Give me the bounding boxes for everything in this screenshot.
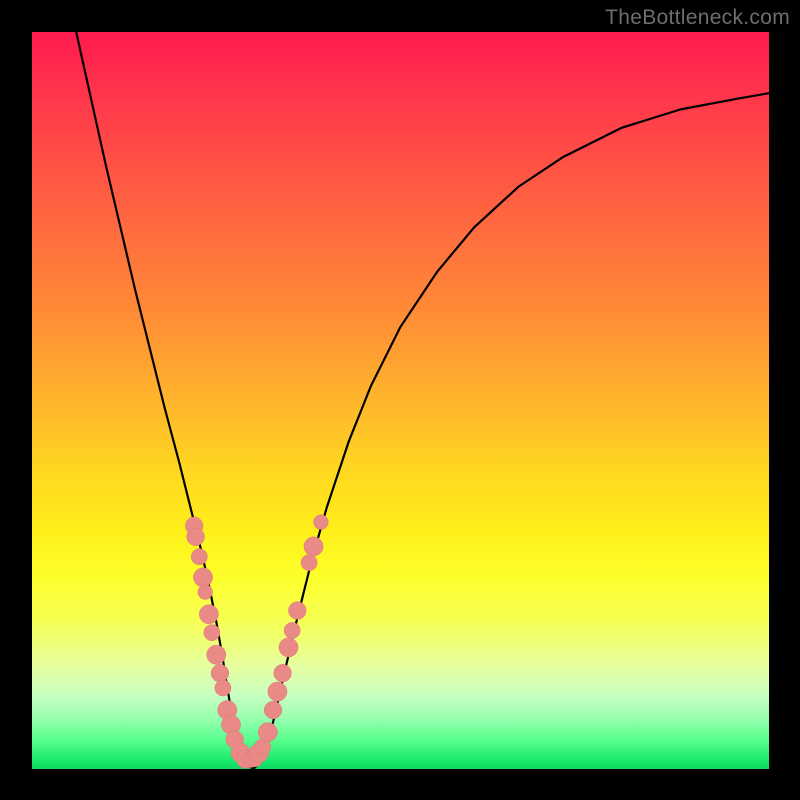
data-marker (211, 664, 229, 682)
marker-group (185, 515, 328, 769)
chart-svg (32, 32, 769, 769)
data-marker (198, 585, 213, 600)
data-marker (314, 515, 329, 530)
data-marker (304, 537, 323, 556)
watermark-text: TheBottleneck.com (605, 6, 790, 30)
data-marker (274, 664, 292, 682)
data-marker (279, 638, 298, 657)
bottleneck-curve (76, 32, 769, 769)
chart-container: TheBottleneck.com (0, 0, 800, 800)
data-marker (199, 605, 218, 624)
data-marker (204, 625, 220, 641)
data-marker (268, 682, 287, 701)
data-marker (215, 680, 231, 696)
data-marker (191, 549, 207, 565)
data-marker (264, 701, 282, 719)
data-marker (193, 568, 212, 587)
data-marker (288, 602, 306, 620)
data-marker (258, 723, 277, 742)
plot-area (32, 32, 769, 769)
data-marker (187, 528, 205, 546)
data-marker (207, 645, 226, 664)
data-marker (284, 622, 300, 638)
data-marker (301, 555, 317, 571)
